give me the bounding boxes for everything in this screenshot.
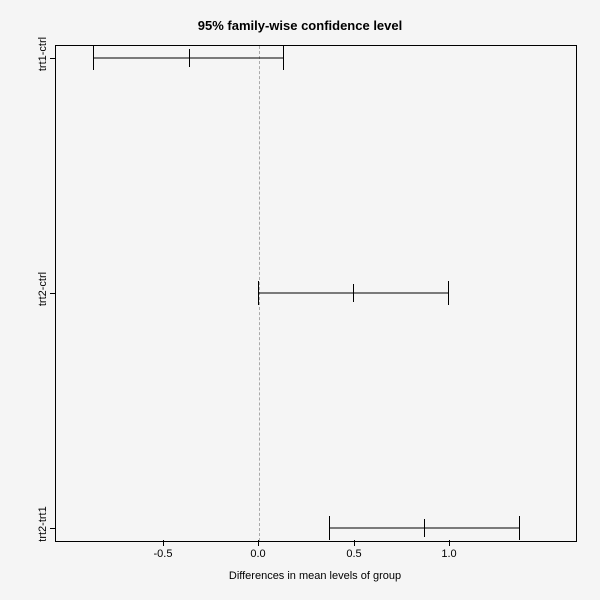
x-tick-label: 0.0 [250,548,265,560]
y-tick-label-trt1-ctrl: trt1-ctrl [37,14,49,94]
y-tick-label-trt2-ctrl: trt2-ctrl [37,249,49,329]
x-tick-label: 1.0 [441,548,456,560]
plot-area [55,45,577,542]
y-tick-label-trt2-trt1: trt2-trt1 [37,484,49,564]
x-tick [449,540,450,546]
x-tick-label: -0.5 [154,548,173,560]
x-tick [354,540,355,546]
y-tick [50,58,56,59]
x-tick [258,540,259,546]
ci-lower-whisker [258,281,259,305]
x-axis-label: Differences in mean levels of group [55,570,575,582]
x-tick-label: 0.5 [346,548,361,560]
chart-title: 95% family-wise confidence level [0,18,600,33]
ci-lower-whisker [93,46,94,70]
ci-point-estimate [353,284,354,302]
ci-point-estimate [424,519,425,537]
y-tick [50,528,56,529]
ci-trt2-ctrl [258,281,449,305]
ci-lower-whisker [329,516,330,540]
ci-trt1-ctrl [93,46,284,70]
x-tick [163,540,164,546]
tukey-hsd-plot: 95% family-wise confidence level trt1-ct… [0,0,600,600]
ci-upper-whisker [283,46,284,70]
ci-trt2-trt1 [329,516,520,540]
ci-upper-whisker [448,281,449,305]
y-tick [50,293,56,294]
ci-upper-whisker [519,516,520,540]
ci-point-estimate [189,49,190,67]
